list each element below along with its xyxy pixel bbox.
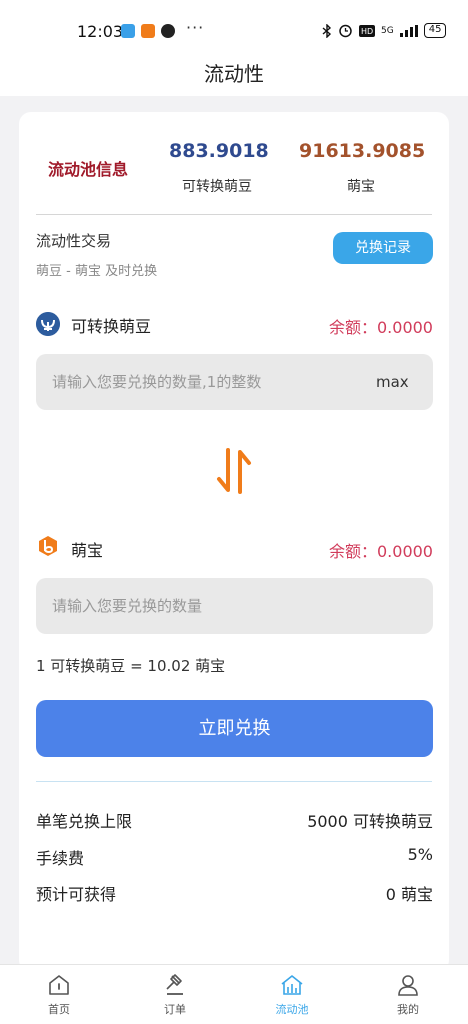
from-amount-field: max — [36, 354, 433, 410]
bluetooth-icon — [322, 23, 332, 38]
tab-orders[interactable]: 订单 — [140, 965, 210, 1024]
to-token-balance: 余额：0.0000 — [329, 542, 433, 561]
expected-gain-value: 0 萌宝 — [385, 885, 433, 904]
user-icon — [398, 975, 418, 996]
to-amount-input[interactable] — [52, 578, 412, 634]
fee-label: 手续费 — [36, 849, 85, 868]
qq-app-icon — [161, 24, 175, 38]
signal-icon — [399, 24, 418, 37]
status-time: 12:03 — [77, 22, 124, 41]
page-title: 流动性 — [204, 62, 264, 86]
tab-home[interactable]: 首页 — [24, 965, 94, 1024]
fee-value: 5% — [407, 845, 433, 864]
tab-label: 流动池 — [275, 1003, 309, 1016]
max-button[interactable]: max — [376, 373, 409, 391]
to-amount-field — [36, 578, 433, 634]
from-token-balance: 余额：0.0000 — [329, 318, 433, 337]
liquidity-card: 流动池信息 883.9018 可转换萌豆 91613.9085 萌宝 流动性交易… — [19, 112, 449, 972]
from-amount-input[interactable] — [52, 354, 352, 410]
status-indicators: HD 5G 45 — [322, 23, 447, 38]
tab-liquidity-pool[interactable]: 流动池 — [257, 965, 327, 1024]
pool-info-label: 流动池信息 — [48, 160, 129, 179]
bottom-tab-bar: 首页 订单 流动池 我的 — [0, 964, 468, 1024]
battery-icon: 45 — [423, 23, 447, 38]
divider — [36, 781, 432, 782]
status-more-icon: ··· — [186, 18, 205, 37]
exchange-history-button[interactable]: 兑换记录 — [333, 232, 433, 264]
pool-icon — [281, 975, 303, 995]
single-limit-label: 单笔兑换上限 — [36, 812, 133, 831]
convertible-bean-icon — [36, 312, 60, 336]
status-bar: 12:03 ··· HD 5G 45 — [0, 0, 468, 52]
home-icon — [49, 975, 69, 995]
single-limit-value: 5000 可转换萌豆 — [307, 812, 433, 831]
from-token-name: 可转换萌豆 — [71, 317, 152, 336]
mengbao-pool-value: 91613.9085 — [299, 140, 426, 162]
trade-section-title: 流动性交易 — [36, 232, 112, 250]
alarm-icon — [339, 24, 352, 38]
expected-gain-label: 预计可获得 — [36, 885, 117, 904]
gavel-icon — [166, 974, 183, 995]
tab-profile[interactable]: 我的 — [373, 965, 443, 1024]
title-bar: 流动性 — [0, 52, 468, 96]
hd-icon: HD — [359, 24, 375, 37]
mi-app-icon — [141, 24, 155, 38]
tab-label: 订单 — [164, 1003, 186, 1016]
status-app-icons — [121, 24, 175, 38]
network-type: 5G — [381, 25, 394, 36]
mengbao-pool-label: 萌宝 — [347, 179, 375, 195]
exchange-now-button[interactable]: 立即兑换 — [36, 700, 433, 757]
trade-section-subtitle: 萌豆 - 萌宝 及时兑换 — [36, 264, 158, 279]
to-token-name: 萌宝 — [71, 541, 104, 560]
convertible-beans-pool-label: 可转换萌豆 — [182, 179, 252, 195]
tab-label: 我的 — [397, 1003, 419, 1016]
exchange-rate: 1 可转换萌豆 = 10.02 萌宝 — [36, 657, 226, 675]
mengbao-icon — [39, 536, 57, 556]
convertible-beans-pool-value: 883.9018 — [169, 140, 269, 162]
tab-label: 首页 — [48, 1003, 70, 1016]
app-notification-icon — [121, 24, 135, 38]
swap-arrows-icon[interactable] — [214, 446, 254, 496]
divider — [36, 214, 432, 215]
svg-text:HD: HD — [361, 27, 373, 36]
